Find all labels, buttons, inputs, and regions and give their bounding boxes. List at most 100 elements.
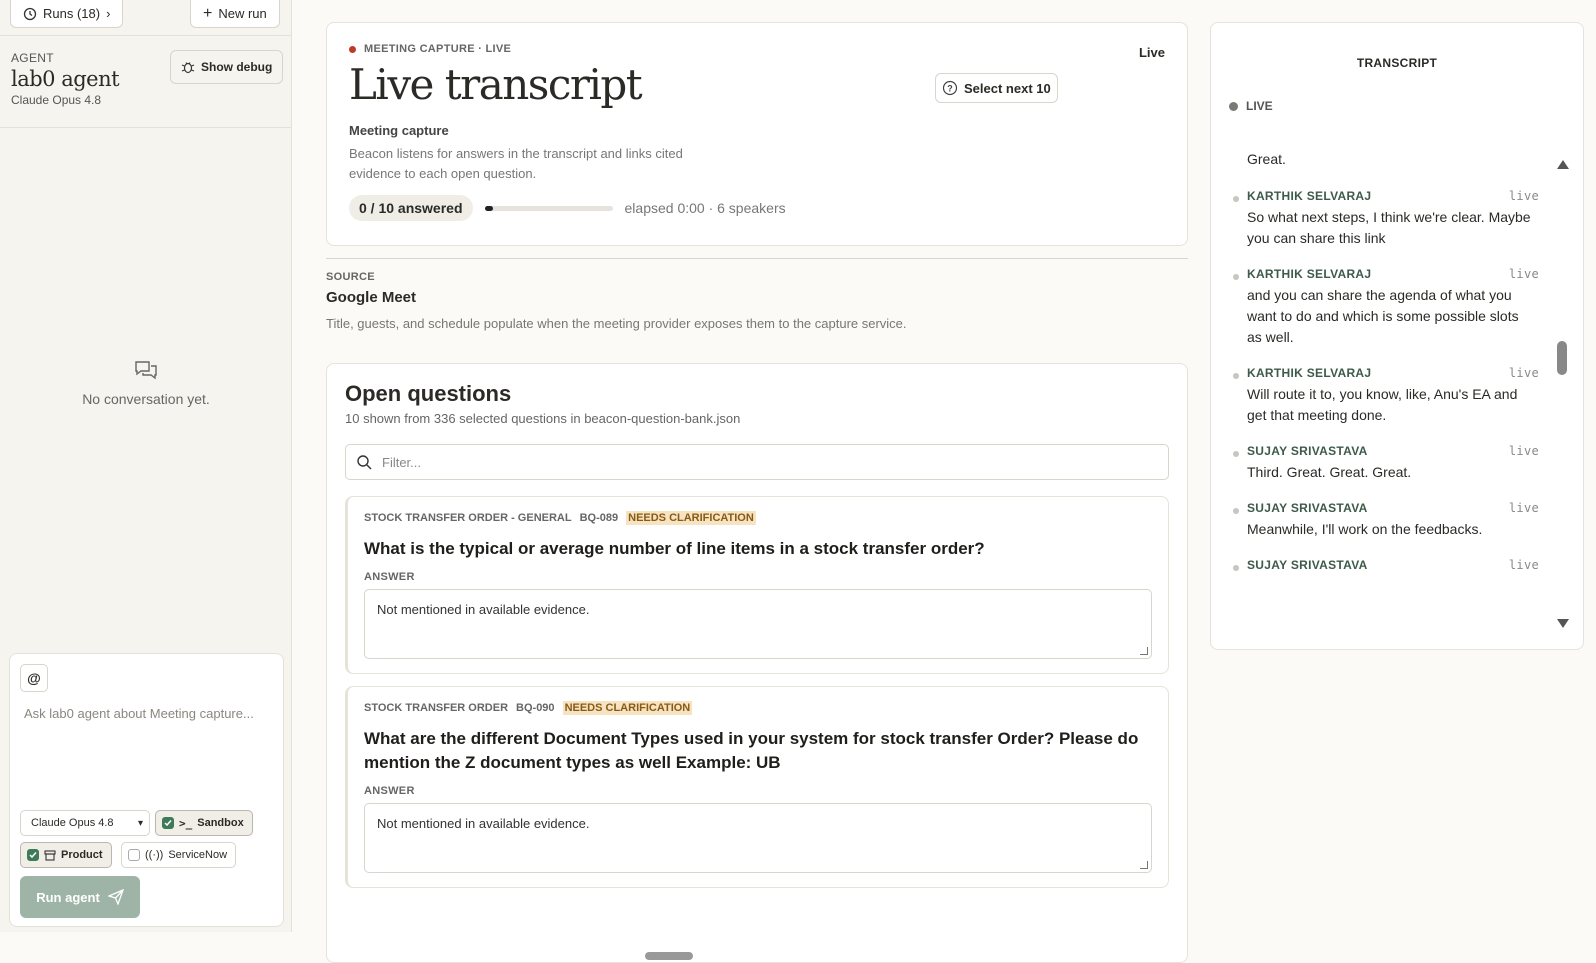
search-icon bbox=[357, 455, 372, 470]
transcript-utterance: SUJAY SRIVASTAVA live Third. Great. Great… bbox=[1229, 444, 1569, 483]
servicenow-toggle[interactable]: ((·)) ServiceNow bbox=[121, 842, 237, 868]
chevron-right-icon: › bbox=[106, 6, 111, 21]
empty-conversation: No conversation yet. bbox=[0, 360, 292, 407]
prompt-input[interactable]: Ask lab0 agent about Meeting capture... bbox=[24, 704, 264, 723]
live-tag: live bbox=[1508, 558, 1539, 572]
utterance-text: Third. Great. Great. Great. bbox=[1247, 464, 1412, 480]
speaker-row: SUJAY SRIVASTAVA live bbox=[1247, 444, 1569, 458]
question-card: STOCK TRANSFER ORDER BQ-090 NEEDS CLARIF… bbox=[345, 686, 1169, 888]
live-tag: live bbox=[1508, 366, 1539, 380]
transcript-scrollbar-thumb[interactable] bbox=[1557, 341, 1567, 375]
servicenow-label: ServiceNow bbox=[168, 849, 228, 861]
transcript-utterance: KARTHIK SELVARAJ live Will route it to, y… bbox=[1229, 366, 1569, 426]
filter-placeholder: Filter... bbox=[382, 454, 422, 470]
scroll-up-icon[interactable] bbox=[1557, 160, 1569, 169]
utterance-text: So what next steps, I think we're clear.… bbox=[1247, 209, 1531, 246]
speaker-name: SUJAY SRIVASTAVA bbox=[1247, 444, 1368, 458]
bullet-icon bbox=[1233, 274, 1239, 280]
resize-handle-icon[interactable] bbox=[1140, 647, 1148, 655]
question-category: STOCK TRANSFER ORDER bbox=[364, 702, 509, 714]
agent-info: AGENT lab0 agent Claude Opus 4.8 Show de… bbox=[0, 36, 291, 128]
bullet-icon bbox=[1233, 508, 1239, 514]
transcript-utterance: KARTHIK SELVARAJ live So what next steps,… bbox=[1229, 189, 1569, 249]
speaker-name: SUJAY SRIVASTAVA bbox=[1247, 501, 1368, 515]
source-kicker: SOURCE bbox=[326, 271, 375, 283]
answer-text: Not mentioned in available evidence. bbox=[377, 602, 590, 617]
bullet-icon bbox=[1233, 373, 1239, 379]
answer-label: ANSWER bbox=[364, 785, 415, 797]
answer-label: ANSWER bbox=[364, 571, 415, 583]
history-icon bbox=[23, 7, 37, 20]
scroll-down-icon[interactable] bbox=[1557, 619, 1569, 628]
composer: @ Ask lab0 agent about Meeting capture..… bbox=[9, 653, 284, 927]
open-questions-panel: Open questions 10 shown from 336 selecte… bbox=[326, 363, 1188, 963]
transcript-list[interactable]: Great. KARTHIK SELVARAJ live So what next… bbox=[1229, 151, 1569, 636]
sidebar-topbar: Runs (18) › + New run bbox=[0, 0, 291, 36]
utterance-text: Will route it to, you know, like, Anu's … bbox=[1247, 386, 1518, 423]
question-meta: STOCK TRANSFER ORDER BQ-090 NEEDS CLARIF… bbox=[364, 701, 1152, 715]
hero-kicker-text: MEETING CAPTURE · LIVE bbox=[364, 43, 512, 55]
speaker-row: SUJAY SRIVASTAVA live bbox=[1247, 558, 1569, 572]
model-select[interactable]: Claude Opus 4.8 ▾ bbox=[20, 810, 150, 836]
question-text: What are the different Document Types us… bbox=[364, 729, 1139, 772]
svg-text:?: ? bbox=[947, 84, 953, 94]
show-debug-button[interactable]: Show debug bbox=[170, 50, 284, 84]
archive-icon bbox=[44, 850, 56, 861]
speaker-name: KARTHIK SELVARAJ bbox=[1247, 267, 1372, 281]
answer-textarea[interactable]: Not mentioned in available evidence. bbox=[364, 589, 1152, 659]
answered-count: 0 / 10 answered bbox=[349, 195, 473, 221]
mention-button[interactable]: @ bbox=[20, 664, 48, 692]
live-tag: live bbox=[1508, 501, 1539, 515]
open-questions-subtitle: 10 shown from 336 selected questions in … bbox=[345, 411, 741, 426]
product-label: Product bbox=[61, 849, 103, 861]
speaker-name: SUJAY SRIVASTAVA bbox=[1247, 558, 1368, 572]
select-next-button[interactable]: ? Select next 10 bbox=[935, 73, 1058, 103]
help-circle-icon: ? bbox=[942, 80, 958, 96]
speaker-row: KARTHIK SELVARAJ live bbox=[1247, 189, 1569, 203]
runs-label: Runs (18) bbox=[43, 6, 101, 21]
answer-progress-bar bbox=[484, 205, 613, 211]
source-name: Google Meet bbox=[326, 289, 417, 306]
new-run-button[interactable]: + New run bbox=[190, 0, 280, 28]
transcript-utterance: SUJAY SRIVASTAVA live bbox=[1229, 558, 1569, 572]
show-debug-label: Show debug bbox=[201, 60, 273, 74]
transcript-live-indicator: LIVE bbox=[1229, 99, 1583, 113]
filter-input[interactable]: Filter... bbox=[345, 444, 1169, 480]
run-agent-label: Run agent bbox=[36, 889, 100, 905]
bug-icon bbox=[181, 62, 195, 74]
live-tag: live bbox=[1508, 267, 1539, 281]
live-tag: live bbox=[1508, 189, 1539, 203]
chat-bubbles-icon bbox=[135, 361, 157, 380]
answer-textarea[interactable]: Not mentioned in available evidence. bbox=[364, 803, 1152, 873]
open-questions-title: Open questions bbox=[345, 381, 512, 406]
status-badge: NEEDS CLARIFICATION bbox=[562, 701, 693, 715]
progress-row: 0 / 10 answered elapsed 0:00 · 6 speaker… bbox=[349, 195, 786, 221]
question-id: BQ-090 bbox=[516, 702, 555, 714]
sandbox-toggle[interactable]: >_ Sandbox bbox=[155, 810, 253, 836]
transcript-utterance: SUJAY SRIVASTAVA live Meanwhile, I'll wor… bbox=[1229, 501, 1569, 540]
utterance-text: Meanwhile, I'll work on the feedbacks. bbox=[1247, 521, 1483, 537]
left-sidebar: Runs (18) › + New run AGENT lab0 agent C… bbox=[0, 0, 292, 932]
question-id: BQ-089 bbox=[579, 512, 619, 524]
answer-text: Not mentioned in available evidence. bbox=[377, 816, 590, 831]
product-toggle[interactable]: Product bbox=[20, 842, 112, 868]
run-agent-button[interactable]: Run agent bbox=[20, 876, 140, 918]
live-dot-icon bbox=[349, 45, 356, 53]
select-next-label: Select next 10 bbox=[964, 80, 1051, 96]
answer-progress-fill bbox=[484, 205, 494, 211]
source-description: Title, guests, and schedule populate whe… bbox=[326, 316, 907, 331]
send-icon bbox=[107, 889, 124, 905]
agent-model: Claude Opus 4.8 bbox=[11, 93, 102, 107]
speaker-row: SUJAY SRIVASTAVA live bbox=[1247, 501, 1569, 515]
runs-button[interactable]: Runs (18) › bbox=[10, 0, 124, 28]
main-content: MEETING CAPTURE · LIVE Live transcript L… bbox=[326, 22, 1188, 963]
source-section: SOURCE Google Meet Title, guests, and sc… bbox=[326, 259, 1188, 331]
transcript-line: Great. bbox=[1247, 151, 1286, 167]
resize-handle-icon[interactable] bbox=[1140, 861, 1148, 869]
horizontal-scrollbar[interactable] bbox=[645, 952, 693, 960]
checkbox-checked-icon bbox=[27, 849, 39, 861]
live-dot-icon bbox=[1229, 101, 1238, 111]
transcript-panel: TRANSCRIPT LIVE Great. KARTHIK SELVARAJ l… bbox=[1210, 22, 1584, 650]
speaker-name: KARTHIK SELVARAJ bbox=[1247, 366, 1372, 380]
speaker-row: KARTHIK SELVARAJ live bbox=[1247, 366, 1569, 380]
